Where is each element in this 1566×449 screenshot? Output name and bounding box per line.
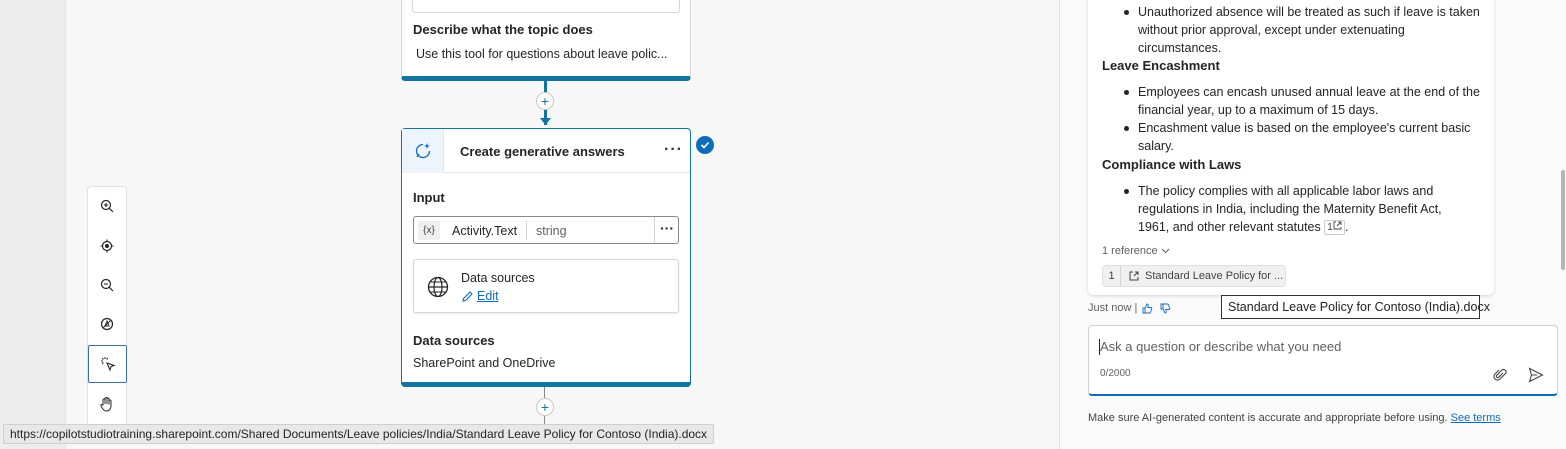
add-node-button[interactable]: + — [536, 92, 554, 110]
references-toggle[interactable]: 1 reference — [1102, 245, 1170, 257]
zoom-out-icon — [100, 278, 114, 292]
response-text: regulations in India, including the Mate… — [1138, 202, 1442, 216]
citation-marker[interactable]: 1 — [1324, 220, 1345, 236]
bullet — [1124, 90, 1129, 95]
external-link-icon — [1333, 221, 1342, 230]
status-bar-url: https://copilotstudiotraining.sharepoint… — [3, 424, 715, 444]
reference-tooltip: Standard Leave Policy for Contoso (India… — [1221, 295, 1490, 319]
zoom-in-icon — [100, 199, 114, 213]
response-text: . — [1344, 220, 1349, 234]
variable-name: Activity.Text — [452, 224, 518, 238]
external-link-icon — [1129, 271, 1139, 281]
chat-scrollbar[interactable] — [1561, 170, 1565, 270]
left-rail — [0, 0, 66, 449]
variable-type: string — [536, 224, 567, 238]
zoom-in-button[interactable] — [88, 187, 126, 225]
minimap-toggle-button[interactable] — [88, 305, 126, 343]
add-node-button-bottom[interactable]: + — [536, 398, 554, 416]
card-more-options-button[interactable]: ··· — [664, 141, 683, 159]
describe-label: Describe what the topic does — [413, 22, 593, 37]
response-text: Employees can encash unused annual leave… — [1138, 85, 1480, 99]
card-header: Create generative answers ··· — [402, 129, 690, 173]
send-icon[interactable] — [1528, 367, 1544, 383]
section-heading: Leave Encashment — [1102, 58, 1220, 73]
disclaimer-text: Make sure AI-generated content is accura… — [1088, 412, 1448, 424]
references-label: 1 reference — [1102, 245, 1158, 257]
recenter-button[interactable] — [88, 227, 126, 265]
describe-value[interactable]: Use this tool for questions about leave … — [416, 47, 668, 61]
plus-icon: + — [540, 399, 550, 415]
response-text: The policy complies with all applicable … — [1138, 184, 1434, 198]
generative-answers-card[interactable]: Create generative answers ··· Input {x} … — [401, 128, 691, 387]
message-footer: Just now | — [1088, 302, 1171, 314]
trigger-phrases-box[interactable] — [412, 0, 680, 13]
response-text: circumstances. — [1138, 41, 1222, 55]
card-title: Create generative answers — [460, 144, 625, 159]
ai-disclaimer: Make sure AI-generated content is accura… — [1088, 412, 1501, 424]
thumbs-down-icon[interactable] — [1160, 303, 1171, 314]
data-sources-box[interactable]: Data sources Edit — [413, 259, 679, 313]
edit-data-sources-link[interactable]: Edit — [461, 289, 499, 303]
variable-more-button[interactable]: ··· — [654, 217, 679, 243]
select-mode-button[interactable] — [88, 345, 127, 383]
timestamp: Just now — [1088, 302, 1132, 314]
input-variable-field[interactable]: {x} Activity.Text string ··· — [413, 216, 679, 244]
attach-icon[interactable] — [1493, 368, 1507, 382]
pan-mode-button[interactable] — [88, 385, 126, 423]
reference-label: Standard Leave Policy for ... — [1145, 270, 1284, 282]
response-text: without prior approval, except under ext… — [1138, 23, 1405, 37]
bullet — [1124, 10, 1129, 15]
checkmark-icon — [696, 136, 714, 154]
reference-chip[interactable]: 1 Standard Leave Policy for ... — [1102, 265, 1286, 287]
pan-hand-icon — [100, 397, 112, 412]
response-text: financial year, up to a maximum of 15 da… — [1138, 103, 1379, 117]
thumbs-up-icon[interactable] — [1142, 303, 1153, 314]
see-terms-link[interactable]: See terms — [1451, 412, 1501, 424]
character-counter: 0/2000 — [1100, 368, 1131, 379]
globe-icon — [427, 276, 449, 298]
app-root: Describe what the topic does Use this to… — [0, 0, 1566, 449]
generative-answers-icon — [402, 129, 444, 173]
locate-icon — [100, 239, 114, 253]
section-heading: Compliance with Laws — [1102, 157, 1242, 172]
connector-arrow-icon — [540, 118, 551, 125]
bullet — [1124, 189, 1129, 194]
response-text: salary. — [1138, 139, 1174, 153]
variable-icon: {x} — [418, 221, 440, 240]
data-sources-title: Data sources — [461, 271, 535, 285]
pencil-icon — [462, 290, 473, 302]
edit-label: Edit — [477, 289, 499, 303]
data-sources-value: SharePoint and OneDrive — [413, 356, 556, 370]
chevron-down-icon — [1161, 248, 1170, 254]
input-label: Input — [413, 190, 445, 205]
reference-number: 1 — [1103, 266, 1121, 286]
topic-trigger-card[interactable]: Describe what the topic does Use this to… — [401, 0, 691, 81]
data-sources-label: Data sources — [413, 333, 495, 348]
response-text-last: 1961, and other relevant statutes 1. — [1138, 218, 1348, 236]
bullet — [1124, 126, 1129, 131]
canvas-zoom-toolbar — [87, 186, 127, 426]
response-text: Encashment value is based on the employe… — [1138, 121, 1471, 135]
select-icon — [100, 357, 116, 372]
divider — [526, 221, 527, 240]
response-text: Unauthorized absence will be treated as … — [1138, 5, 1480, 19]
zoom-out-button[interactable] — [88, 266, 126, 304]
plus-icon: + — [540, 93, 550, 109]
chat-input-box[interactable]: Ask a question or describe what you need… — [1088, 325, 1558, 396]
chat-input-placeholder[interactable]: Ask a question or describe what you need — [1100, 339, 1341, 354]
minimap-icon — [100, 317, 114, 331]
response-text: 1961, and other relevant statutes — [1138, 220, 1321, 234]
